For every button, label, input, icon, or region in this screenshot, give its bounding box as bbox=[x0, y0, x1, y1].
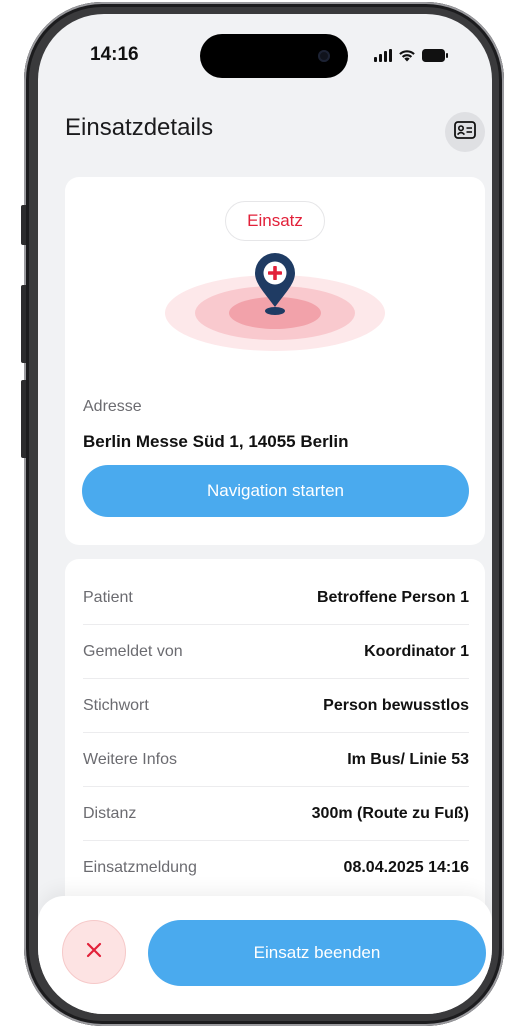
row-label: Patient bbox=[83, 589, 133, 606]
detail-row-patient: Patient Betroffene Person 1 bbox=[83, 571, 469, 625]
address-value: Berlin Messe Süd 1, 14055 Berlin bbox=[83, 432, 349, 451]
wifi-icon bbox=[398, 48, 416, 62]
location-card: Einsatz Adresse Berlin Messe Süd 1, 1405… bbox=[65, 177, 485, 545]
detail-row-keyword: Stichwort Person bewusstlos bbox=[83, 679, 469, 733]
front-camera bbox=[318, 50, 330, 62]
start-navigation-button[interactable]: Navigation starten bbox=[82, 465, 469, 517]
profile-button[interactable] bbox=[445, 112, 485, 152]
volume-down-hardware bbox=[21, 380, 26, 458]
row-value: Koordinator 1 bbox=[364, 643, 469, 660]
row-value: Im Bus/ Linie 53 bbox=[347, 751, 469, 768]
action-button-hardware bbox=[21, 205, 26, 245]
detail-row-report-time: Einsatzmeldung 08.04.2025 14:16 bbox=[83, 841, 469, 895]
status-bar: 14:16 bbox=[38, 14, 492, 78]
close-icon bbox=[86, 942, 102, 963]
end-mission-button[interactable]: Einsatz beenden bbox=[148, 920, 486, 986]
row-value: Person bewusstlos bbox=[323, 697, 469, 714]
row-label: Weitere Infos bbox=[83, 751, 177, 768]
details-card: Patient Betroffene Person 1 Gemeldet von… bbox=[65, 559, 485, 939]
status-time: 14:16 bbox=[90, 44, 139, 65]
row-label: Stichwort bbox=[83, 697, 149, 714]
page-title: Einsatzdetails bbox=[65, 114, 214, 141]
location-pin-illustration bbox=[165, 251, 385, 371]
address-label: Adresse bbox=[83, 398, 142, 415]
volume-up-hardware bbox=[21, 285, 26, 363]
bottom-action-bar: Einsatz beenden bbox=[38, 896, 492, 1014]
cancel-button[interactable] bbox=[62, 920, 126, 984]
row-value: 300m (Route zu Fuß) bbox=[311, 805, 469, 822]
detail-row-reporter: Gemeldet von Koordinator 1 bbox=[83, 625, 469, 679]
detail-row-further-info: Weitere Infos Im Bus/ Linie 53 bbox=[83, 733, 469, 787]
battery-icon bbox=[422, 49, 448, 62]
id-card-icon bbox=[454, 120, 476, 144]
status-icons bbox=[374, 48, 448, 62]
status-badge: Einsatz bbox=[225, 201, 325, 241]
row-value: Betroffene Person 1 bbox=[316, 589, 469, 606]
detail-row-distance: Distanz 300m (Route zu Fuß) bbox=[83, 787, 469, 841]
screen: 14:16 Einsatzdetails Einsatz Adresse Ber… bbox=[38, 14, 492, 1014]
row-label: Distanz bbox=[83, 805, 137, 822]
signal-icon bbox=[374, 49, 392, 62]
row-label: Einsatzmeldung bbox=[83, 859, 197, 876]
row-value: 08.04.2025 14:16 bbox=[343, 859, 469, 876]
dynamic-island bbox=[200, 34, 348, 78]
row-label: Gemeldet von bbox=[83, 643, 183, 660]
